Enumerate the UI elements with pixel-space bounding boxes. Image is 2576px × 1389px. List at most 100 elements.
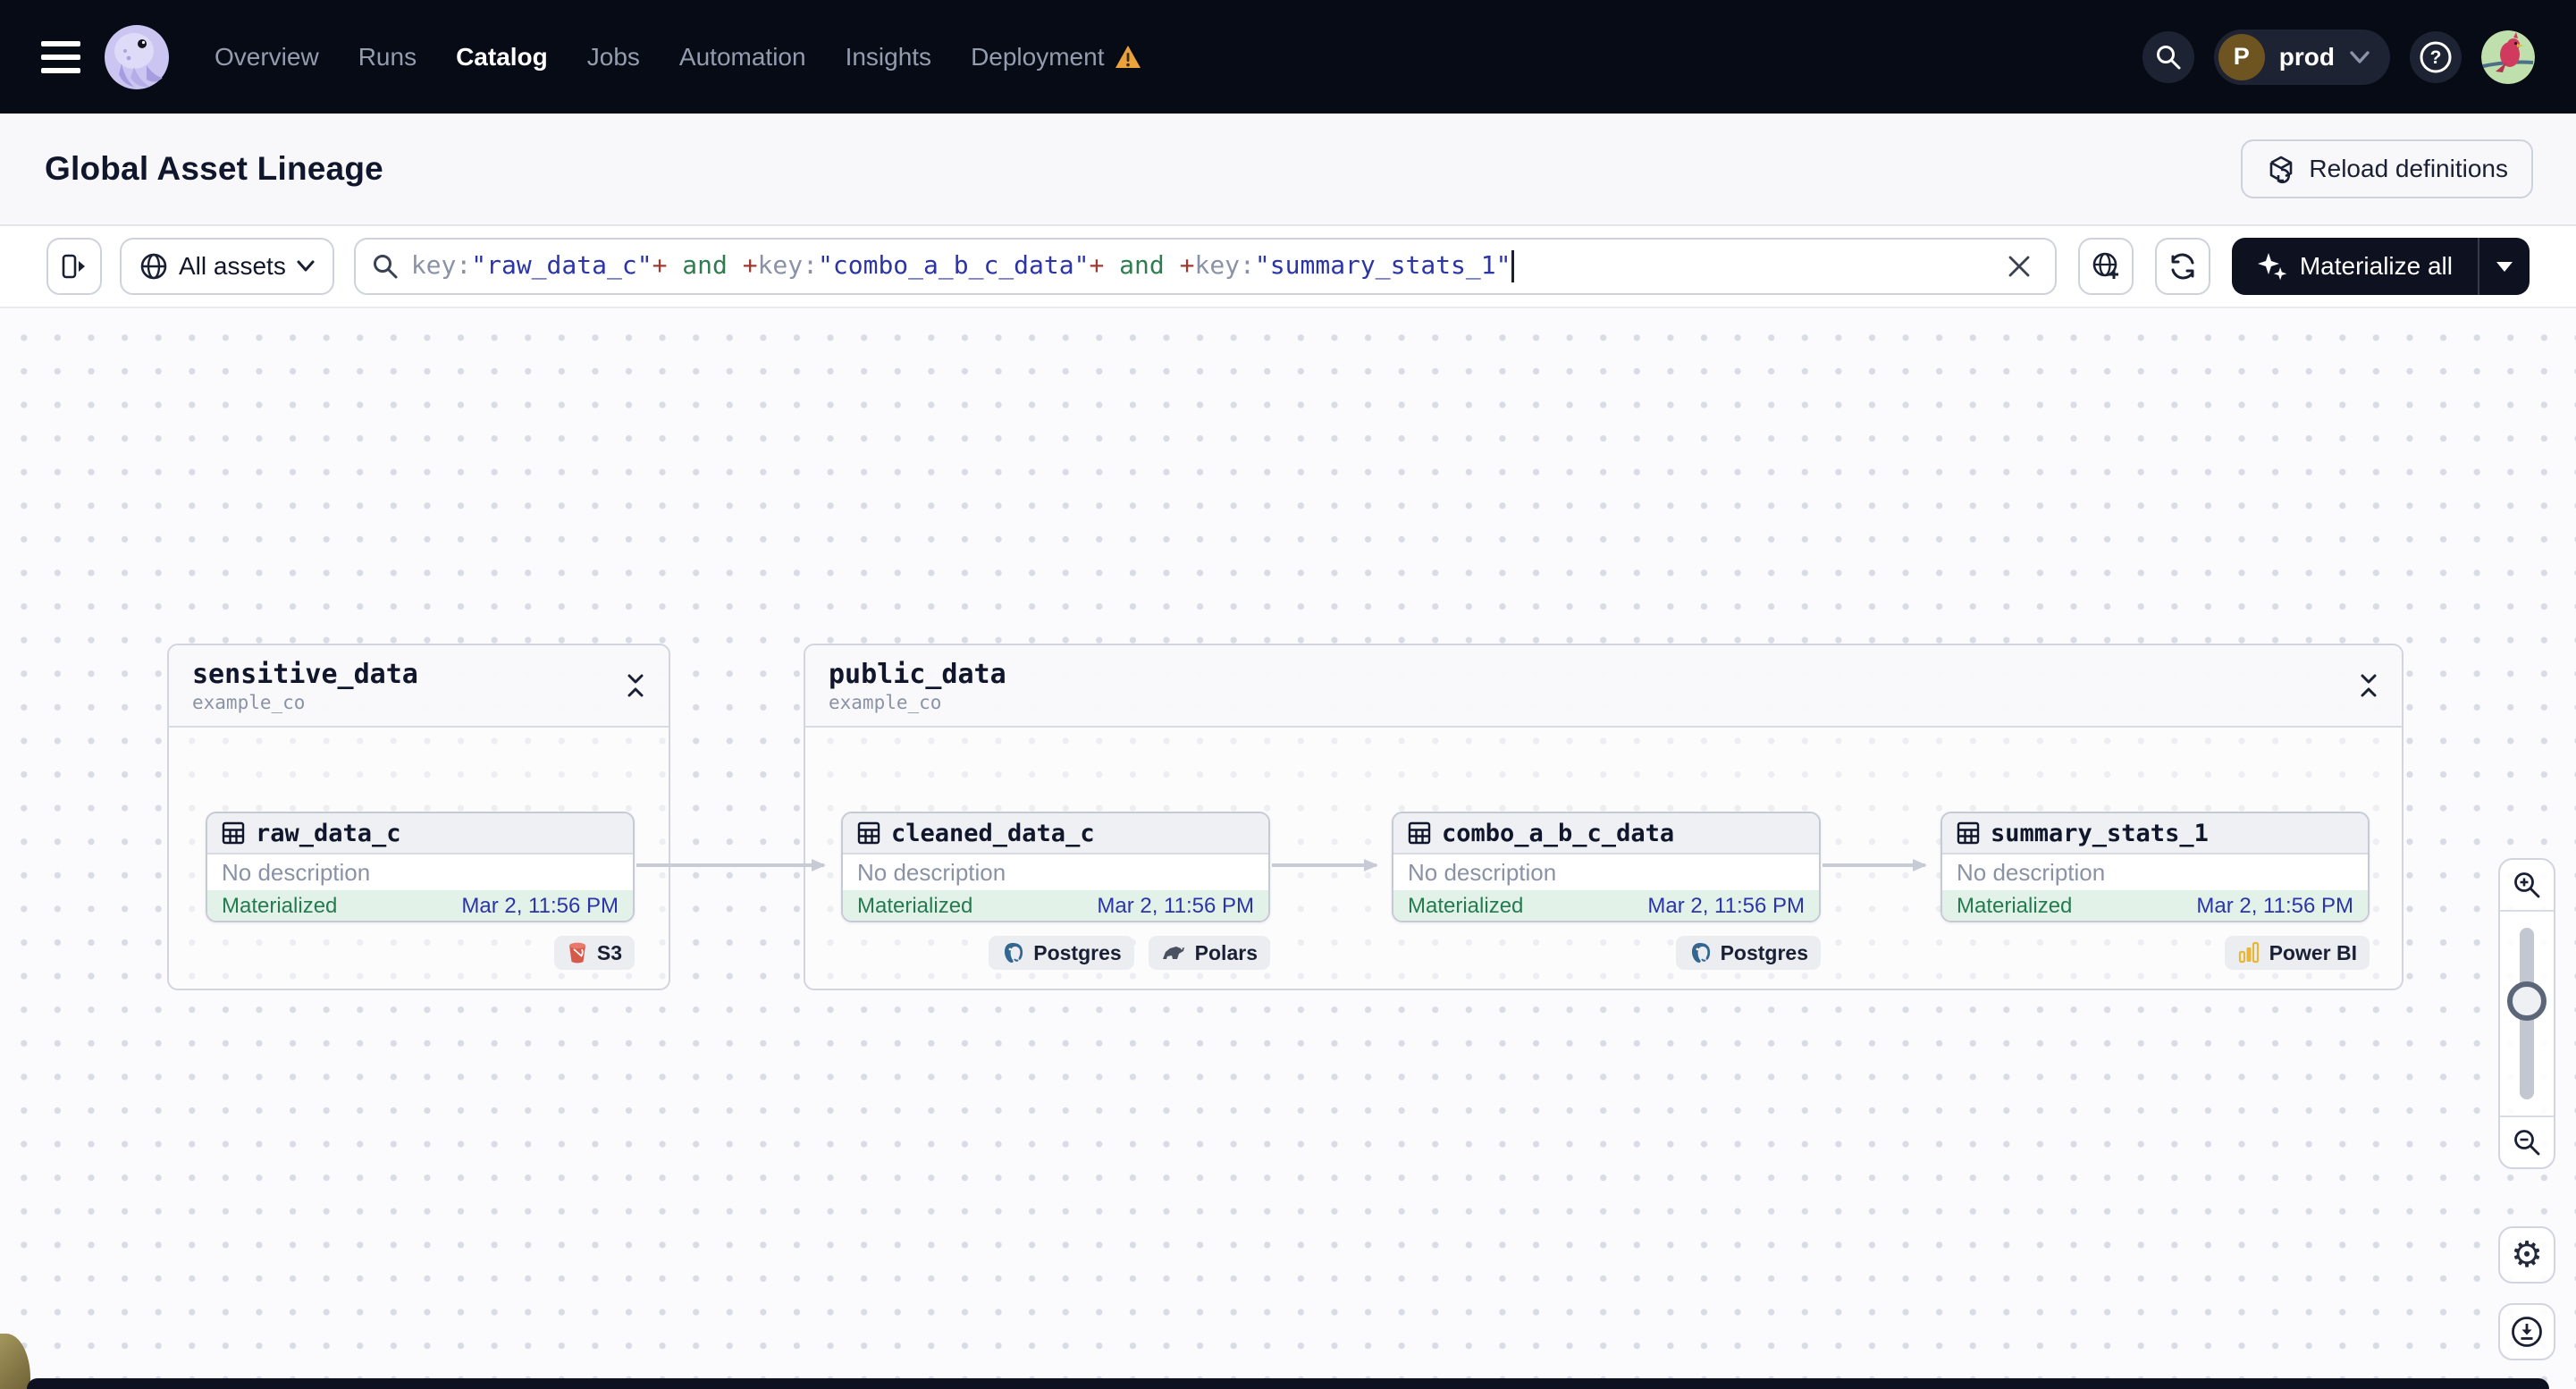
asset-node-raw-data-c[interactable]: raw_data_c No description Materialized M… bbox=[206, 812, 635, 922]
lineage-graph-canvas[interactable]: sensitive_data example_co raw_data_c No … bbox=[0, 308, 2576, 1389]
text-caret bbox=[1511, 250, 1515, 282]
asset-status: Materialized bbox=[1408, 894, 1524, 918]
page-title: Global Asset Lineage bbox=[45, 150, 383, 187]
materialize-all-label: Materialize all bbox=[2299, 252, 2453, 280]
sparkles-icon bbox=[2257, 253, 2287, 281]
zoom-in-icon bbox=[2514, 872, 2540, 898]
zoom-slider[interactable] bbox=[2500, 912, 2554, 1115]
collapse-group-button[interactable] bbox=[626, 672, 645, 699]
topbar-right-cluster: P prod ? bbox=[2142, 29, 2535, 85]
asset-status: Materialized bbox=[222, 894, 338, 918]
asset-node-combo-a-b-c-data[interactable]: combo_a_b_c_data No description Material… bbox=[1392, 812, 1821, 922]
group-header: sensitive_data example_co bbox=[169, 645, 669, 728]
hamburger-menu-icon[interactable] bbox=[41, 40, 80, 73]
group-header: public_data example_co bbox=[805, 645, 2402, 728]
asset-tags: Postgres bbox=[1392, 936, 1821, 970]
graph-settings-button[interactable]: ⚙ bbox=[2498, 1226, 2555, 1284]
asset-group-public-data: public_data example_co cleaned_data_c No… bbox=[804, 644, 2403, 990]
zoom-out-button[interactable] bbox=[2500, 1115, 2554, 1167]
tag-polars[interactable]: Polars bbox=[1148, 936, 1270, 970]
asset-group-sensitive-data: sensitive_data example_co raw_data_c No … bbox=[167, 644, 670, 990]
search-button[interactable] bbox=[2142, 30, 2194, 83]
tag-label: S3 bbox=[596, 940, 622, 964]
asset-scope-label: All assets bbox=[179, 252, 286, 280]
gear-icon: ⚙ bbox=[2511, 1235, 2543, 1275]
clear-query-button[interactable] bbox=[1999, 247, 2039, 286]
top-nav-bar: Overview Runs Catalog Jobs Automation In… bbox=[0, 0, 2576, 114]
asset-timestamp[interactable]: Mar 2, 11:56 PM bbox=[461, 894, 619, 919]
materialize-all-button[interactable]: Materialize all bbox=[2232, 251, 2478, 282]
caret-down-icon bbox=[2496, 261, 2513, 272]
close-icon bbox=[2008, 256, 2030, 277]
zoom-in-button[interactable] bbox=[2500, 860, 2554, 912]
chevron-down-icon bbox=[297, 260, 315, 272]
asset-node-header: combo_a_b_c_data bbox=[1393, 813, 1819, 854]
nav-item-overview[interactable]: Overview bbox=[215, 43, 319, 72]
nav-item-insights[interactable]: Insights bbox=[846, 43, 932, 72]
nav-item-deployment[interactable]: Deployment bbox=[971, 43, 1141, 72]
tag-postgres[interactable]: Postgres bbox=[1675, 936, 1821, 970]
tag-power-bi[interactable]: Power BI bbox=[2224, 936, 2370, 970]
asset-description: No description bbox=[1408, 858, 1557, 886]
panel-expand-icon bbox=[62, 254, 85, 279]
main-nav: Overview Runs Catalog Jobs Automation In… bbox=[215, 43, 1141, 72]
reload-definitions-label: Reload definitions bbox=[2309, 155, 2508, 182]
asset-tags: Postgres Polars bbox=[841, 936, 1270, 970]
asset-timestamp[interactable]: Mar 2, 11:56 PM bbox=[1647, 894, 1805, 919]
group-name: sensitive_data bbox=[192, 658, 418, 690]
s3-icon bbox=[568, 942, 585, 964]
asset-tags: Power BI bbox=[1940, 936, 2370, 970]
globe-plus-icon bbox=[2092, 252, 2118, 279]
user-avatar[interactable] bbox=[2481, 29, 2535, 84]
dagster-logo-icon[interactable] bbox=[104, 24, 170, 90]
asset-name: summary_stats_1 bbox=[1991, 819, 2209, 847]
bottom-panel-edge[interactable] bbox=[27, 1378, 2549, 1389]
asset-node-cleaned-data-c[interactable]: cleaned_data_c No description Materializ… bbox=[841, 812, 1270, 922]
globe-icon bbox=[140, 253, 167, 280]
asset-timestamp[interactable]: Mar 2, 11:56 PM bbox=[1097, 894, 1254, 919]
zoom-controls bbox=[2498, 858, 2555, 1169]
svg-text:?: ? bbox=[2430, 47, 2442, 68]
tag-s3[interactable]: S3 bbox=[553, 936, 635, 970]
nav-item-catalog[interactable]: Catalog bbox=[456, 43, 548, 72]
search-icon bbox=[373, 255, 398, 279]
view-full-graph-button[interactable] bbox=[2077, 238, 2134, 295]
asset-selection-input[interactable]: key:"raw_data_c"+ and +key:"combo_a_b_c_… bbox=[353, 238, 2057, 295]
tag-postgres[interactable]: Postgres bbox=[989, 936, 1134, 970]
lineage-toolbar: All assets key:"raw_data_c"+ and +key:"c… bbox=[0, 226, 2576, 308]
asset-status-row: Materialized Mar 2, 11:56 PM bbox=[1942, 890, 2368, 921]
postgres-icon bbox=[1691, 943, 1710, 963]
asset-node-summary-stats-1[interactable]: summary_stats_1 No description Materiali… bbox=[1940, 812, 2370, 922]
help-button[interactable]: ? bbox=[2410, 30, 2462, 83]
zoom-slider-thumb[interactable] bbox=[2507, 981, 2547, 1021]
tag-label: Postgres bbox=[1720, 940, 1808, 964]
environment-label: prod bbox=[2278, 42, 2335, 71]
open-side-panel-button[interactable] bbox=[46, 238, 102, 295]
asset-name: combo_a_b_c_data bbox=[1442, 819, 1675, 847]
asset-node-header: raw_data_c bbox=[207, 813, 633, 854]
powerbi-icon bbox=[2238, 941, 2259, 964]
tag-label: Power BI bbox=[2269, 940, 2357, 964]
nav-item-runs[interactable]: Runs bbox=[358, 43, 417, 72]
group-repo: example_co bbox=[192, 691, 306, 713]
refresh-button[interactable] bbox=[2154, 238, 2210, 295]
asset-scope-dropdown[interactable]: All assets bbox=[120, 238, 334, 295]
asset-tags: S3 bbox=[206, 936, 635, 970]
environment-switcher[interactable]: P prod bbox=[2213, 29, 2390, 85]
collapse-icon bbox=[627, 674, 644, 697]
materialize-options-button[interactable] bbox=[2479, 238, 2530, 295]
tag-label: Postgres bbox=[1033, 940, 1122, 964]
search-icon bbox=[2156, 45, 2181, 69]
group-repo: example_co bbox=[829, 691, 942, 713]
asset-name: cleaned_data_c bbox=[891, 819, 1095, 847]
reload-definitions-button[interactable]: Reload definitions bbox=[2241, 139, 2533, 198]
nav-item-automation[interactable]: Automation bbox=[679, 43, 806, 72]
collapse-group-button[interactable] bbox=[2359, 672, 2378, 699]
tag-label: Polars bbox=[1194, 940, 1258, 964]
reload-definitions-icon bbox=[2270, 156, 2293, 184]
table-icon bbox=[1957, 821, 1980, 845]
asset-name: raw_data_c bbox=[256, 819, 401, 847]
download-graph-button[interactable] bbox=[2498, 1303, 2555, 1360]
asset-timestamp[interactable]: Mar 2, 11:56 PM bbox=[2196, 894, 2353, 919]
nav-item-jobs[interactable]: Jobs bbox=[587, 43, 640, 72]
